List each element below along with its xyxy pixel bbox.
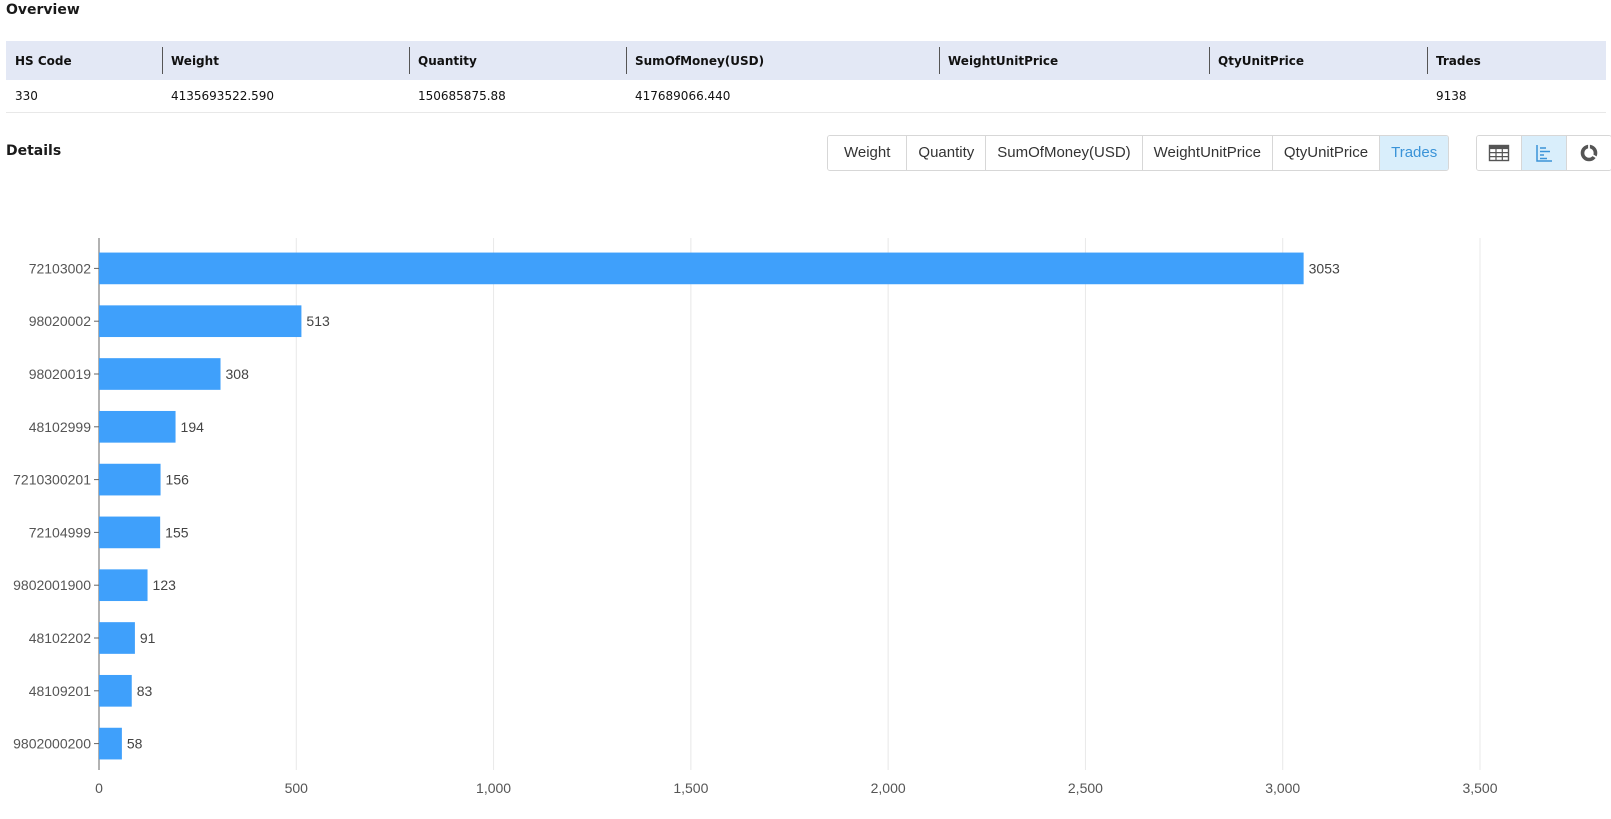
cell-weight-unit-price [939, 80, 1209, 113]
bar [99, 674, 132, 707]
bar [99, 463, 161, 496]
tab-weight[interactable]: Weight [828, 136, 907, 170]
cell-hs-code: 330 [6, 80, 162, 113]
cell-weight: 4135693522.590 [162, 80, 409, 113]
table-row: 330 4135693522.590 150685875.88 41768906… [6, 80, 1606, 113]
category-label: 48102202 [29, 630, 92, 646]
category-label: 9802000200 [13, 736, 91, 752]
metric-tabs: Weight Quantity SumOfMoney(USD) WeightUn… [827, 135, 1450, 171]
data-label: 123 [153, 577, 177, 593]
header-quantity[interactable]: Quantity [409, 41, 626, 80]
header-trades[interactable]: Trades [1427, 41, 1606, 80]
x-tick-label: 2,000 [871, 780, 906, 796]
category-label: 48109201 [29, 683, 92, 699]
bar [99, 516, 161, 549]
header-weight-unit-price[interactable]: WeightUnitPrice [939, 41, 1209, 80]
tab-sum-of-money[interactable]: SumOfMoney(USD) [985, 136, 1142, 170]
cell-sum-of-money: 417689066.440 [626, 80, 939, 113]
bar [99, 569, 148, 602]
category-label: 48102999 [29, 419, 92, 435]
tab-quantity[interactable]: Quantity [906, 136, 986, 170]
cell-qty-unit-price [1209, 80, 1427, 113]
bar [99, 358, 221, 390]
header-sum-of-money[interactable]: SumOfMoney(USD) [626, 41, 939, 80]
tab-weight-unit-price[interactable]: WeightUnitPrice [1141, 136, 1272, 170]
tab-qty-unit-price[interactable]: QtyUnitPrice [1271, 136, 1380, 170]
category-label: 98020019 [29, 366, 92, 382]
data-label: 513 [306, 313, 330, 329]
details-title: Details [6, 143, 62, 159]
data-label: 156 [166, 472, 190, 488]
data-label: 91 [140, 630, 156, 646]
data-label: 194 [181, 419, 205, 435]
cell-quantity: 150685875.88 [409, 80, 626, 113]
bar [99, 305, 302, 338]
bar [99, 727, 122, 760]
x-tick-label: 2,500 [1068, 780, 1103, 796]
trades-bar-chart: 0 500 1,000 1,500 2,000 2,500 3,000 3,500 721030… [13, 238, 1498, 796]
header-qty-unit-price[interactable]: QtyUnitPrice [1209, 41, 1427, 80]
x-tick-label: 1,000 [476, 780, 511, 796]
data-label: 58 [127, 736, 143, 752]
view-tabs [1476, 135, 1611, 171]
category-label: 7210300201 [13, 472, 91, 488]
bar-chart-view-button[interactable] [1521, 136, 1566, 170]
overview-header-row: HS Code Weight Quantity SumOfMoney(USD) … [6, 41, 1606, 80]
cell-trades: 9138 [1427, 80, 1606, 113]
category-label: 72103002 [29, 260, 92, 276]
category-label: 9802001900 [13, 577, 91, 593]
header-hs-code[interactable]: HS Code [6, 41, 162, 80]
bar [99, 252, 1304, 285]
bar-chart-icon [1536, 145, 1552, 162]
data-label: 155 [165, 524, 189, 540]
pie-chart-icon [1580, 144, 1598, 162]
overview-title: Overview [6, 2, 80, 18]
tab-trades[interactable]: Trades [1379, 136, 1449, 170]
data-label: 3053 [1309, 260, 1340, 276]
data-label: 83 [137, 683, 153, 699]
x-tick-label: 1,500 [673, 780, 708, 796]
category-label: 72104999 [29, 524, 92, 540]
category-label: 98020002 [29, 313, 92, 329]
overview-table: HS Code Weight Quantity SumOfMoney(USD) … [6, 41, 1606, 113]
data-label: 308 [226, 366, 250, 382]
x-tick-label: 3,500 [1462, 780, 1497, 796]
table-icon [1488, 144, 1510, 162]
header-weight[interactable]: Weight [162, 41, 409, 80]
bar [99, 410, 176, 443]
x-tick-label: 500 [285, 780, 309, 796]
x-tick-label: 0 [95, 780, 103, 796]
pie-chart-view-button[interactable] [1566, 136, 1611, 170]
x-tick-label: 3,000 [1265, 780, 1300, 796]
bar [99, 622, 135, 654]
table-view-button[interactable] [1477, 136, 1521, 170]
